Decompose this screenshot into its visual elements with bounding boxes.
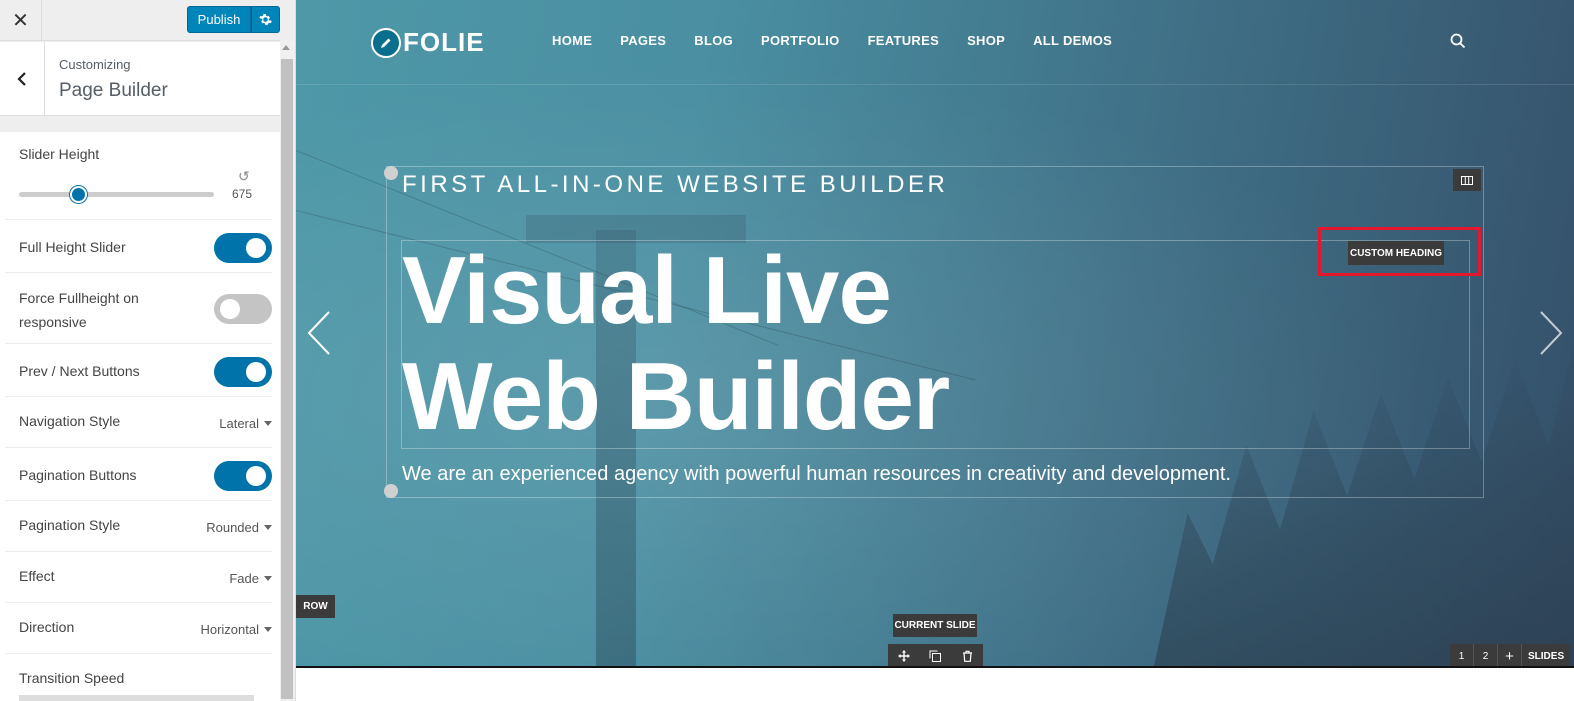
pagination-buttons-toggle[interactable] — [214, 461, 272, 491]
effect-value: Fade — [229, 571, 259, 586]
publish-group: Publish — [187, 6, 280, 33]
direction-value: Horizontal — [200, 622, 259, 637]
slide-heading-line-2: Web Builder — [402, 343, 950, 450]
full-height-label: Full Height Slider — [19, 239, 126, 255]
next-slide-arrow[interactable] — [1538, 310, 1564, 361]
pagination-style-control: Pagination Style Rounded — [5, 502, 272, 552]
direction-select[interactable]: Horizontal — [200, 622, 272, 637]
effect-select[interactable]: Fade — [229, 571, 272, 586]
effect-control: Effect Fade — [5, 553, 272, 603]
nav-features[interactable]: FEATURES — [868, 33, 940, 48]
slide-subtext: We are an experienced agency with powerf… — [402, 463, 1231, 485]
slider-height-label: Slider Height — [19, 146, 100, 162]
breadcrumb: Customizing — [59, 57, 131, 72]
close-icon[interactable]: ✕ — [0, 0, 42, 41]
effect-label: Effect — [19, 568, 55, 584]
nav-all-demos[interactable]: ALL DEMOS — [1033, 33, 1112, 48]
current-slide-tag[interactable]: CURRENT SLIDE — [893, 614, 977, 637]
slide-2-button[interactable]: 2 — [1474, 644, 1498, 666]
chevron-down-icon — [264, 627, 272, 632]
chevron-down-icon — [264, 576, 272, 581]
scroll-thumb[interactable] — [281, 59, 293, 699]
resize-handle-top[interactable] — [384, 166, 398, 180]
prev-next-label: Prev / Next Buttons — [19, 363, 140, 379]
logo-text: FOLIE — [403, 27, 485, 57]
prev-slide-arrow[interactable] — [306, 310, 332, 361]
slides-label[interactable]: SLIDES — [1522, 651, 1570, 662]
navigation-style-label: Navigation Style — [19, 413, 121, 429]
highlight-box — [1318, 227, 1481, 276]
toggle-knob — [246, 466, 266, 486]
full-height-toggle[interactable] — [214, 233, 272, 263]
prev-next-toggle[interactable] — [214, 357, 272, 387]
pencil-icon — [371, 27, 401, 58]
customizer-app: ✕ Publish Customizing Page Builder Slide… — [0, 0, 1574, 701]
move-icon[interactable] — [892, 644, 916, 666]
hero-slider: FOLIE HOME PAGES BLOG PORTFOLIO FEATURES… — [296, 0, 1574, 668]
navigation-style-control: Navigation Style Lateral — [5, 398, 272, 448]
transition-speed-control: Transition Speed — [5, 655, 272, 701]
customizer-topbar: ✕ Publish — [0, 0, 280, 41]
section-header: Customizing Page Builder — [0, 42, 280, 116]
slide-heading[interactable]: Visual Live Web Builder — [402, 237, 950, 450]
chevron-down-icon — [264, 525, 272, 530]
columns-icon[interactable] — [1453, 169, 1481, 191]
section-title: Page Builder — [59, 80, 168, 101]
pagination-style-value: Rounded — [206, 520, 259, 535]
gear-icon[interactable] — [251, 6, 280, 33]
site-logo[interactable]: FOLIE — [371, 27, 485, 58]
pagination-buttons-control: Pagination Buttons — [5, 449, 272, 501]
back-icon[interactable] — [0, 42, 45, 116]
force-fullheight-label: Force Fullheight on responsive — [19, 290, 139, 330]
full-height-control: Full Height Slider — [5, 221, 272, 273]
transition-speed-track[interactable] — [19, 695, 254, 701]
nav-blog[interactable]: BLOG — [694, 33, 733, 48]
pagination-style-label: Pagination Style — [19, 517, 121, 533]
slider-height-control: Slider Height ↺ 675 — [5, 132, 272, 220]
slides-bar: 1 2 + SLIDES — [1450, 644, 1571, 666]
slide-heading-line-1: Visual Live — [402, 237, 892, 344]
slide-toolbar — [888, 644, 983, 666]
add-slide-button[interactable]: + — [1498, 644, 1522, 666]
toggle-knob — [220, 299, 240, 319]
trash-icon[interactable] — [955, 644, 979, 666]
slider-height-thumb[interactable] — [69, 186, 87, 203]
search-icon[interactable] — [1450, 33, 1466, 54]
force-fullheight-control: Force Fullheight on responsive — [5, 274, 272, 344]
direction-label: Direction — [19, 619, 75, 635]
prev-next-control: Prev / Next Buttons — [5, 345, 272, 397]
sidebar-scrollbar[interactable] — [280, 41, 294, 701]
slider-height-value: 675 — [232, 187, 253, 201]
slide-kicker: FIRST ALL-IN-ONE WEBSITE BUILDER — [402, 171, 949, 198]
toggle-knob — [246, 238, 266, 258]
nav-home[interactable]: HOME — [552, 33, 592, 48]
controls-panel: Slider Height ↺ 675 Full Height Slider F… — [0, 132, 280, 701]
customizer-sidebar: ✕ Publish Customizing Page Builder Slide… — [0, 0, 296, 701]
site-header: FOLIE HOME PAGES BLOG PORTFOLIO FEATURES… — [296, 0, 1574, 85]
main-nav: HOME PAGES BLOG PORTFOLIO FEATURES SHOP … — [552, 33, 1112, 48]
direction-control: Direction Horizontal — [5, 604, 272, 654]
duplicate-icon[interactable] — [923, 644, 947, 666]
nav-portfolio[interactable]: PORTFOLIO — [761, 33, 840, 48]
reset-icon[interactable]: ↺ — [238, 168, 250, 185]
site-preview: FOLIE HOME PAGES BLOG PORTFOLIO FEATURES… — [296, 0, 1574, 701]
nav-pages[interactable]: PAGES — [620, 33, 666, 48]
nav-shop[interactable]: SHOP — [967, 33, 1005, 48]
resize-handle-bottom[interactable] — [384, 484, 398, 498]
scroll-up-icon[interactable] — [282, 45, 290, 50]
chevron-down-icon — [264, 421, 272, 426]
transition-speed-label: Transition Speed — [19, 670, 125, 686]
pagination-style-select[interactable]: Rounded — [206, 520, 272, 535]
pagination-buttons-label: Pagination Buttons — [19, 467, 137, 483]
publish-button[interactable]: Publish — [187, 6, 251, 33]
toggle-knob — [246, 362, 266, 382]
navigation-style-select[interactable]: Lateral — [219, 416, 272, 431]
slider-height-track[interactable] — [19, 192, 214, 197]
row-tag[interactable]: ROW — [296, 595, 335, 618]
navigation-style-value: Lateral — [219, 416, 259, 431]
force-fullheight-toggle[interactable] — [214, 294, 272, 324]
slide-1-button[interactable]: 1 — [1450, 644, 1474, 666]
